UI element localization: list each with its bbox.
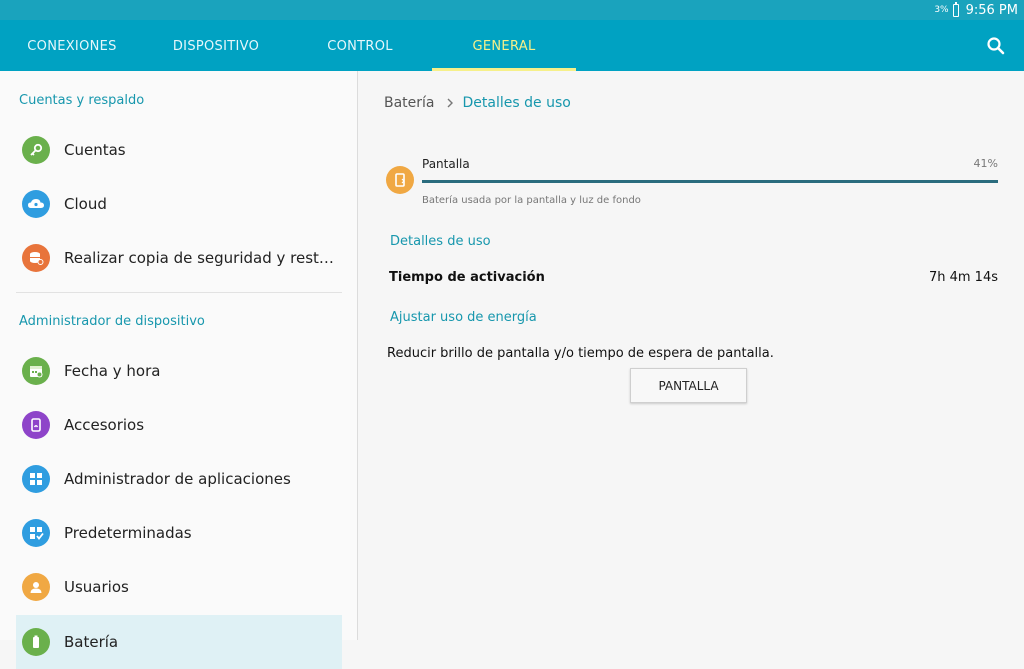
- settings-sidebar: Cuentas y respaldo Cuentas Cloud Realiza…: [0, 71, 358, 669]
- tab-control[interactable]: CONTROL: [302, 20, 418, 71]
- sidebar-item-label: Usuarios: [64, 578, 129, 596]
- sidebar-item-accesorios[interactable]: Accesorios: [16, 398, 342, 452]
- battery-icon: [22, 628, 50, 656]
- sidebar-item-backup[interactable]: Realizar copia de seguridad y restab…: [16, 231, 342, 285]
- sidebar-item-cloud[interactable]: Cloud: [16, 177, 342, 231]
- sidebar-item-bateria[interactable]: Batería: [16, 615, 342, 669]
- section-header-device-admin: Administrador de dispositivo: [19, 314, 205, 329]
- section-header-accounts: Cuentas y respaldo: [19, 93, 145, 108]
- sidebar-item-predeterminadas[interactable]: Predeterminadas: [16, 506, 342, 560]
- usage-item-name: Pantalla: [422, 157, 470, 171]
- sidebar-item-cuentas[interactable]: Cuentas: [16, 123, 342, 177]
- breadcrumb-parent[interactable]: Batería: [384, 95, 435, 111]
- accessory-icon: [22, 411, 50, 439]
- pantalla-button[interactable]: PANTALLA: [630, 368, 747, 403]
- tab-conexiones[interactable]: CONEXIONES: [14, 20, 130, 71]
- search-icon[interactable]: [986, 36, 1006, 56]
- apps-grid-icon: [22, 465, 50, 493]
- chevron-right-icon: [445, 96, 455, 110]
- main-content: Batería Detalles de uso Pantalla 41% Bat…: [358, 71, 1024, 640]
- defaults-icon: [22, 519, 50, 547]
- usage-progress-fill: [422, 180, 998, 183]
- sidebar-item-label: Batería: [64, 633, 119, 651]
- power-tip-text: Reducir brillo de pantalla y/o tiempo de…: [387, 346, 774, 361]
- sidebar-item-label: Realizar copia de seguridad y restab…: [64, 249, 336, 267]
- uptime-label: Tiempo de activación: [389, 270, 545, 285]
- tab-general[interactable]: GENERAL: [432, 20, 576, 71]
- cloud-icon: [22, 190, 50, 218]
- adjust-power-header: Ajustar uso de energía: [390, 310, 537, 325]
- details-header: Detalles de uso: [390, 234, 491, 249]
- sidebar-item-app-manager[interactable]: Administrador de aplicaciones: [16, 452, 342, 506]
- users-icon: [22, 573, 50, 601]
- status-bar: 3% 9:56 PM: [0, 0, 1024, 20]
- status-right: 3% 9:56 PM: [934, 0, 1018, 20]
- backup-icon: [22, 244, 50, 272]
- section-divider: [16, 292, 342, 293]
- battery-level-icon: [952, 1, 959, 17]
- sidebar-item-label: Cloud: [64, 195, 107, 213]
- usage-percent: 41%: [973, 157, 998, 170]
- sidebar-item-label: Fecha y hora: [64, 362, 161, 380]
- clock: 9:56 PM: [965, 2, 1018, 18]
- tab-dispositivo[interactable]: DISPOSITIVO: [158, 20, 274, 71]
- sidebar-item-usuarios[interactable]: Usuarios: [16, 560, 342, 614]
- sidebar-item-label: Cuentas: [64, 141, 126, 159]
- screen-icon: [386, 166, 414, 194]
- sidebar-item-label: Administrador de aplicaciones: [64, 470, 291, 488]
- uptime-value: 7h 4m 14s: [928, 270, 998, 285]
- sidebar-item-label: Accesorios: [64, 416, 145, 434]
- tab-bar: CONEXIONES DISPOSITIVO CONTROL GENERAL: [0, 20, 1024, 71]
- usage-description: Batería usada por la pantalla y luz de f…: [422, 195, 641, 206]
- usage-progress-bar: [422, 180, 998, 183]
- battery-percent: 3%: [934, 5, 949, 15]
- sidebar-item-label: Predeterminadas: [64, 524, 192, 542]
- sidebar-item-fecha-hora[interactable]: Fecha y hora: [16, 344, 342, 398]
- calendar-icon: [22, 357, 50, 385]
- breadcrumb-current: Detalles de uso: [462, 95, 571, 111]
- key-icon: [22, 136, 50, 164]
- breadcrumb: Batería Detalles de uso: [384, 95, 571, 111]
